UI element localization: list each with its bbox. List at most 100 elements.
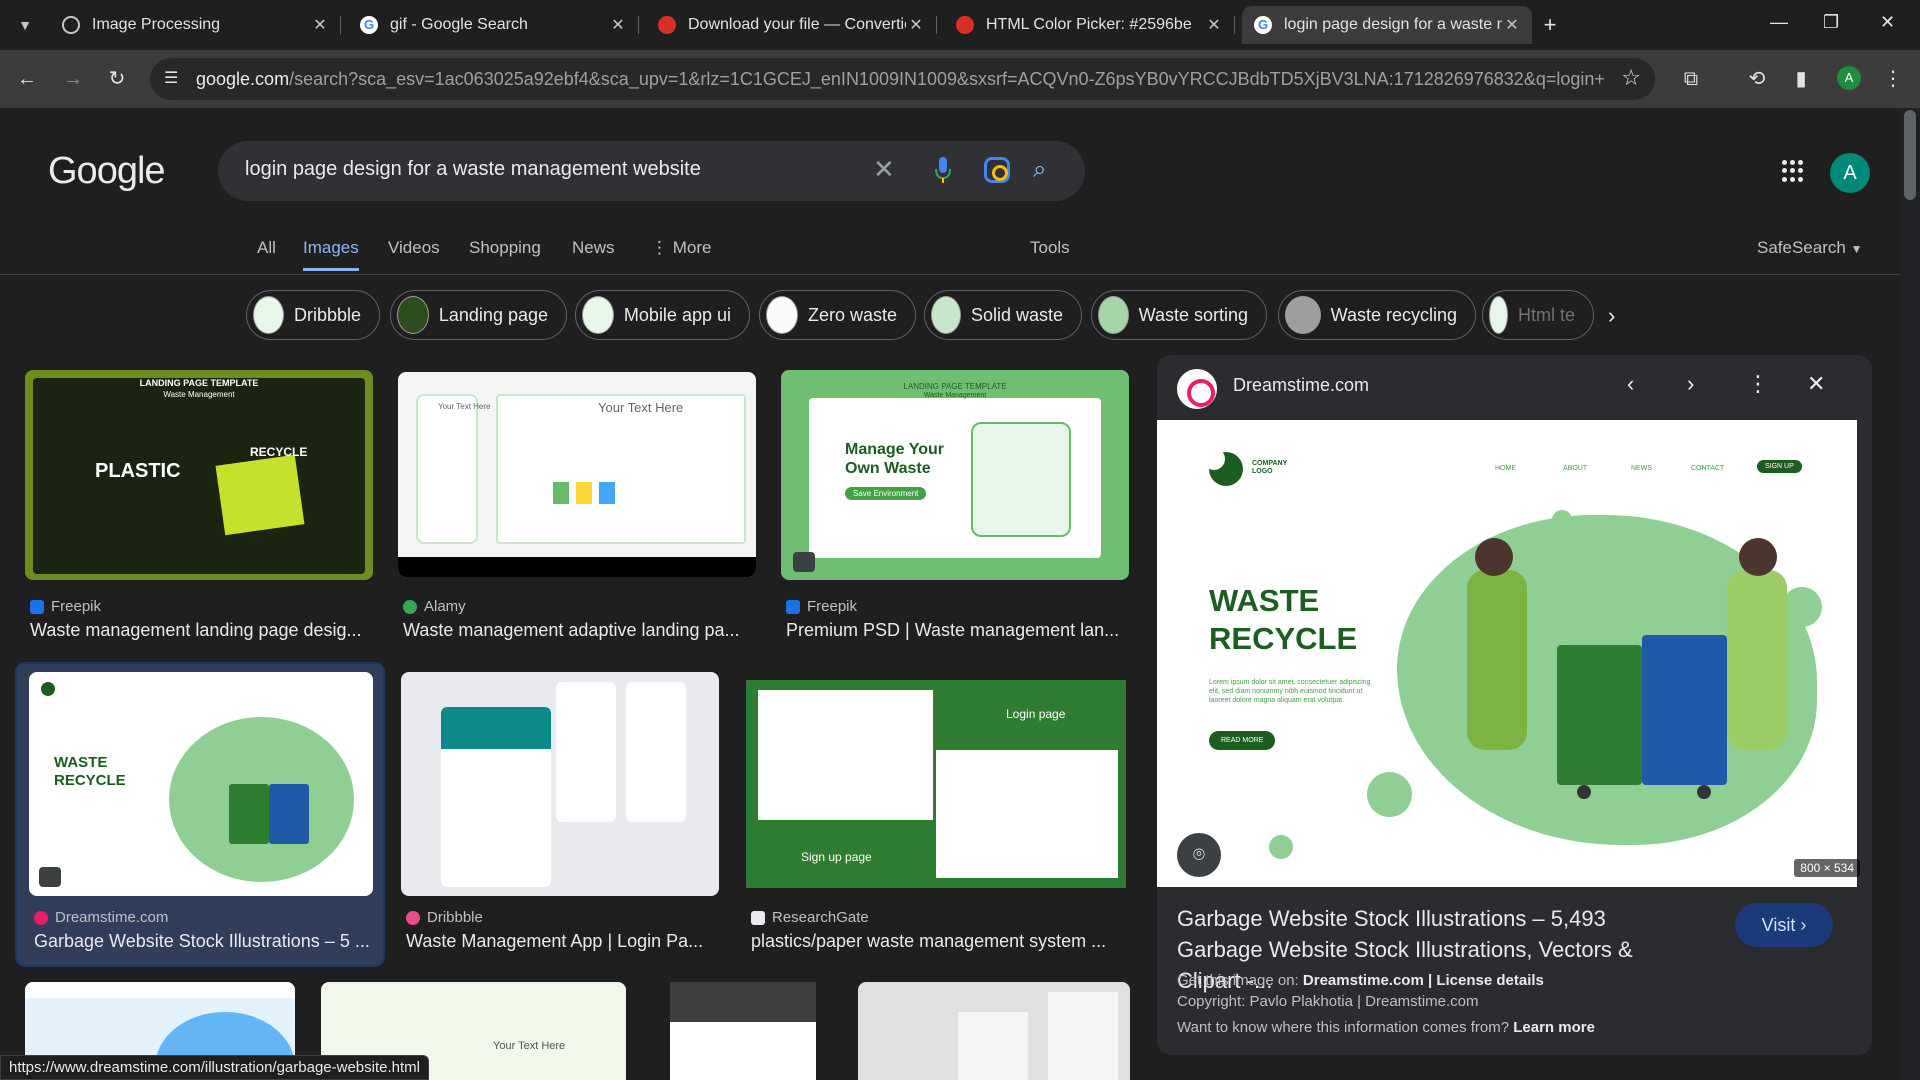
image-result-4[interactable]: WASTE RECYCLE Dreamstime.com Garbage Web… [29, 672, 374, 962]
result-thumbnail[interactable]: LANDING PAGE TEMPLATE Waste Management M… [781, 370, 1129, 580]
clear-icon[interactable]: ✕ [873, 154, 895, 185]
image-result-9[interactable] [670, 982, 816, 1080]
image-result-6[interactable]: Login page Sign up page ResearchGate pla… [746, 680, 1126, 962]
result-source[interactable]: ResearchGate [751, 909, 869, 926]
result-title[interactable]: Waste management adaptive landing pa... [403, 620, 753, 641]
google-lens-icon[interactable] [984, 157, 1010, 183]
result-title[interactable]: Waste Management App | Login Pa... [406, 931, 716, 952]
image-result-1[interactable]: LANDING PAGE TEMPLATE Waste Management P… [25, 370, 373, 645]
close-icon[interactable]: ✕ [906, 15, 926, 35]
google-logo[interactable]: Google [48, 150, 166, 193]
scrollbar-thumb[interactable] [1904, 110, 1916, 200]
tab-images[interactable]: Images [303, 238, 359, 271]
account-avatar[interactable]: A [1830, 153, 1870, 193]
result-source[interactable]: Alamy [403, 598, 466, 615]
result-title[interactable]: Garbage Website Stock Illustrations – 5 … [34, 931, 374, 952]
forward-icon[interactable]: → [60, 66, 86, 92]
close-icon[interactable]: ✕ [608, 15, 628, 35]
address-bar[interactable]: ☰ google.com/search?sca_esv=1ac063025a92… [150, 58, 1655, 100]
window-close-icon[interactable]: ✕ [1880, 12, 1895, 33]
chip-next-icon[interactable]: › [1608, 303, 1615, 329]
tab-color-picker[interactable]: HTML Color Picker: #2596be ✕ [944, 6, 1235, 44]
minimize-icon[interactable]: — [1770, 12, 1788, 33]
tab-more[interactable]: ⋮ More [651, 238, 711, 268]
tab-active-search[interactable]: login page design for a waste management… [1242, 6, 1532, 44]
site-info-icon[interactable]: ☰ [164, 68, 178, 88]
lens-search-icon[interactable]: ⌾ [1177, 833, 1221, 877]
result-thumbnail[interactable]: Your Text Here Your Text Here [398, 372, 756, 577]
previous-icon[interactable]: ‹ [1627, 371, 1634, 397]
tab-search-icon[interactable]: ▼ [14, 14, 36, 36]
chip-waste-sorting[interactable]: Waste sorting [1091, 290, 1267, 340]
close-icon[interactable]: ✕ [310, 15, 330, 35]
dribbble-icon [406, 910, 420, 925]
chip-solid-waste[interactable]: Solid waste [924, 290, 1082, 340]
more-options-icon[interactable]: ⋮ [1747, 371, 1769, 397]
result-source[interactable]: Freepik [30, 598, 101, 615]
close-panel-icon[interactable]: ✕ [1807, 371, 1825, 397]
side-panel-icon[interactable]: ▮ [1788, 66, 1814, 92]
get-image-site-link[interactable]: Dreamstime.com [1303, 972, 1424, 989]
thumb-text-2: RECYCLE [250, 445, 308, 459]
thumb-text: WASTE RECYCLE [54, 754, 126, 789]
preview-image[interactable]: COMPANY LOGO HOME ABOUT NEWS CONTACT SIG… [1157, 420, 1857, 887]
tab-image-processing[interactable]: Image Processing ✕ [50, 6, 341, 44]
result-thumbnail[interactable] [401, 672, 719, 896]
learn-more-link[interactable]: Learn more [1513, 1019, 1595, 1036]
back-icon[interactable]: ← [14, 66, 40, 92]
result-source[interactable]: Dreamstime.com [34, 909, 168, 926]
page-scrollbar[interactable] [1900, 108, 1920, 1080]
chip-thumbnail [397, 296, 429, 334]
profile-avatar[interactable]: A [1837, 66, 1861, 90]
close-icon[interactable]: ✕ [1502, 15, 1522, 35]
google-apps-icon[interactable] [1782, 160, 1804, 182]
result-source[interactable]: Dribbble [406, 909, 483, 926]
image-result-3[interactable]: LANDING PAGE TEMPLATE Waste Management M… [781, 370, 1129, 645]
image-result-5[interactable]: Dribbble Waste Management App | Login Pa… [401, 672, 721, 962]
result-title[interactable]: Waste management landing page desig... [30, 620, 375, 641]
restore-icon[interactable]: ❐ [1823, 12, 1839, 33]
preview-body: Lorem ipsum dolor sit amet, consectetuer… [1209, 679, 1371, 704]
chip-zero-waste[interactable]: Zero waste [759, 290, 916, 340]
search-icon[interactable]: ⌕ [1033, 156, 1046, 184]
next-icon[interactable]: › [1687, 371, 1694, 397]
tab-gif-search[interactable]: gif - Google Search ✕ [348, 6, 639, 44]
result-title[interactable]: plastics/paper waste management system .… [751, 931, 1121, 952]
visit-button[interactable]: Visit › [1735, 903, 1833, 947]
image-result-2[interactable]: Your Text Here Your Text Here Alamy Wast… [398, 372, 758, 647]
panel-site-name[interactable]: Dreamstime.com [1233, 375, 1369, 396]
result-source[interactable]: Freepik [786, 598, 857, 615]
search-input[interactable]: login page design for a waste management… [245, 158, 701, 181]
chip-dribbble[interactable]: Dribbble [246, 290, 380, 340]
tools-button[interactable]: Tools [1030, 238, 1070, 268]
close-icon[interactable]: ✕ [1204, 15, 1224, 35]
tab-shopping[interactable]: Shopping [469, 238, 541, 268]
result-thumbnail[interactable]: WASTE RECYCLE [29, 672, 373, 896]
tab-all[interactable]: All [257, 238, 276, 268]
new-tab-button[interactable]: + [1536, 11, 1564, 39]
chip-html-template[interactable]: Html te [1482, 290, 1594, 340]
source-label: Dreamstime.com [55, 909, 169, 926]
url-text[interactable]: google.com/search?sca_esv=1ac063025a92eb… [196, 69, 1606, 90]
chip-landing-page[interactable]: Landing page [390, 290, 567, 340]
chip-mobile-app-ui[interactable]: Mobile app ui [575, 290, 750, 340]
browser-menu-icon[interactable]: ⋮ [1880, 66, 1906, 92]
result-thumbnail[interactable]: LANDING PAGE TEMPLATE Waste Management P… [25, 370, 373, 580]
tab-news[interactable]: News [572, 238, 615, 268]
safesearch-button[interactable]: SafeSearch ▼ [1757, 238, 1862, 268]
license-details-link[interactable]: License details [1436, 972, 1544, 989]
reload-icon[interactable]: ↻ [104, 66, 130, 92]
bookmark-star-icon[interactable]: ☆ [1621, 65, 1641, 91]
visit-label: Visit [1761, 915, 1796, 935]
performance-icon[interactable]: ⟲ [1744, 66, 1770, 92]
search-box[interactable]: login page design for a waste management… [218, 141, 1085, 201]
tab-convertio[interactable]: Download your file — Convertio ✕ [646, 6, 937, 44]
image-result-10[interactable] [858, 982, 1130, 1080]
chip-thumbnail [1489, 296, 1508, 334]
tab-videos[interactable]: Videos [388, 238, 440, 268]
microphone-icon[interactable] [935, 155, 951, 185]
result-title[interactable]: Premium PSD | Waste management lan... [786, 620, 1131, 641]
extensions-icon[interactable]: ⧉ [1678, 66, 1704, 92]
chip-waste-recycling[interactable]: Waste recycling [1278, 290, 1476, 340]
result-thumbnail[interactable]: Login page Sign up page [746, 680, 1126, 888]
